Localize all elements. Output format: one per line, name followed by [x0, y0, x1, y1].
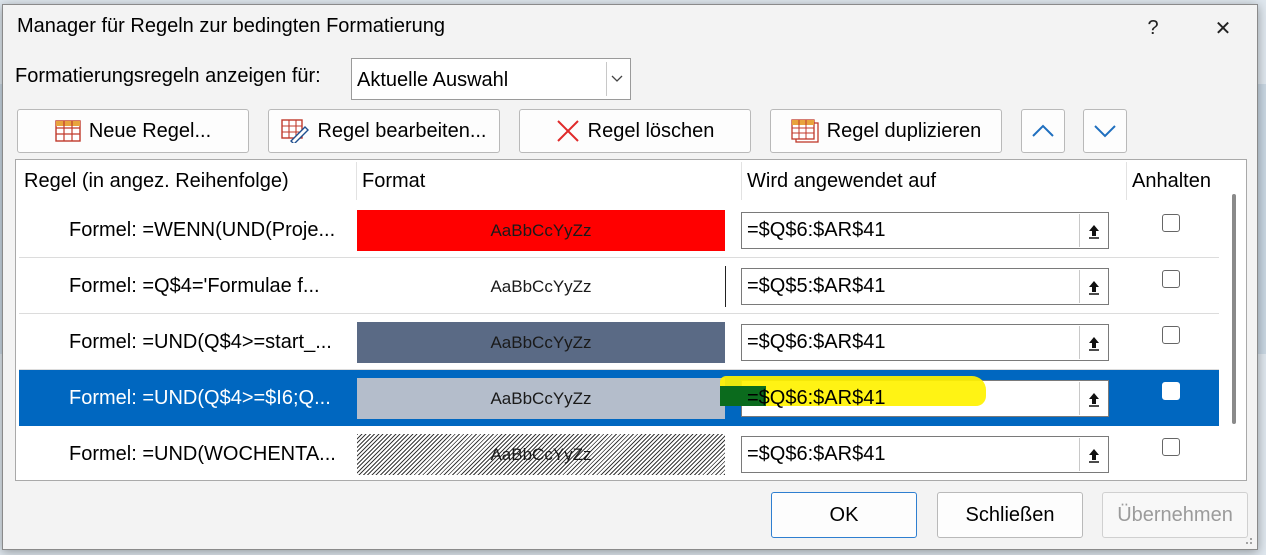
applies-to-value: =$Q$6:$AR$41: [747, 387, 886, 409]
help-button[interactable]: ?: [1131, 9, 1175, 47]
range-selector-icon[interactable]: [1079, 326, 1107, 359]
applies-to-value: =$Q$6:$AR$41: [747, 331, 886, 353]
help-icon: ?: [1147, 16, 1159, 39]
ok-button[interactable]: OK: [771, 492, 917, 538]
close-icon: ✕: [1214, 17, 1232, 40]
rule-row[interactable]: Formel: =WENN(UND(Proje... AaBbCcYyZz =$…: [19, 202, 1219, 258]
move-up-button[interactable]: [1021, 109, 1065, 153]
column-divider: [356, 162, 357, 200]
stop-if-true-checkbox[interactable]: [1162, 438, 1180, 456]
rules-list[interactable]: Regel (in angez. Reihenfolge) Format Wir…: [15, 159, 1247, 481]
rule-formula: Formel: =Q$4='Formulae f...: [69, 275, 320, 297]
stop-if-true-checkbox[interactable]: [1162, 382, 1180, 400]
new-rule-button[interactable]: Neue Regel...: [17, 109, 249, 153]
column-header-format[interactable]: Format: [362, 160, 425, 202]
chevron-down-icon: [1093, 124, 1117, 138]
rule-formula: Formel: =UND(Q$4>=start_...: [69, 331, 332, 353]
chevron-down-icon[interactable]: [606, 62, 627, 96]
edit-rule-button[interactable]: Regel bearbeiten...: [268, 109, 500, 153]
chevron-up-icon: [1031, 124, 1055, 138]
column-divider: [741, 162, 742, 200]
duplicate-rule-icon: [791, 119, 819, 143]
delete-rule-button[interactable]: Regel löschen: [519, 109, 751, 153]
background-sheet-right: [1258, 84, 1266, 354]
stop-if-true-checkbox[interactable]: [1162, 214, 1180, 232]
edit-rule-icon: [281, 119, 310, 143]
move-down-button[interactable]: [1083, 109, 1127, 153]
range-selector-icon[interactable]: [1079, 382, 1107, 415]
range-selector-icon[interactable]: [1079, 270, 1107, 303]
range-selector-icon[interactable]: [1079, 214, 1107, 247]
rule-formula: Formel: =WENN(UND(Proje...: [69, 219, 336, 241]
column-header-rule[interactable]: Regel (in angez. Reihenfolge): [24, 160, 289, 202]
conditional-formatting-dialog: Manager für Regeln zur bedingten Formati…: [2, 4, 1258, 550]
duplicate-rule-label: Regel duplizieren: [826, 119, 982, 142]
format-preview: AaBbCcYyZz: [357, 266, 726, 307]
column-header-applies-to[interactable]: Wird angewendet auf: [747, 160, 936, 202]
applies-to-field[interactable]: =$Q$6:$AR$41: [741, 436, 1109, 473]
format-preview: AaBbCcYyZz: [357, 434, 725, 475]
rule-row[interactable]: Formel: =UND(WOCHENTA... AaBbCcYyZz =$Q$…: [19, 426, 1219, 480]
column-header-stop[interactable]: Anhalten: [1132, 160, 1211, 202]
apply-button: Übernehmen: [1102, 492, 1248, 538]
format-preview: AaBbCcYyZz: [357, 210, 725, 251]
delete-rule-label: Regel löschen: [587, 119, 715, 142]
applies-to-field[interactable]: =$Q$6:$AR$41: [741, 324, 1109, 361]
applies-to-field[interactable]: =$Q$5:$AR$41: [741, 268, 1109, 305]
applies-to-value: =$Q$6:$AR$41: [747, 219, 886, 241]
new-rule-label: Neue Regel...: [88, 119, 212, 142]
duplicate-rule-button[interactable]: Regel duplizieren: [770, 109, 1002, 153]
vertical-scrollbar[interactable]: [1232, 194, 1236, 424]
close-dialog-button[interactable]: Schließen: [937, 492, 1083, 538]
applies-to-value: =$Q$6:$AR$41: [747, 443, 886, 465]
column-divider: [1126, 162, 1127, 200]
format-preview: AaBbCcYyZz: [357, 378, 725, 419]
new-rule-icon: [55, 120, 81, 142]
show-rules-value: Aktuelle Auswahl: [357, 69, 509, 91]
close-button[interactable]: ✕: [1201, 9, 1245, 47]
delete-icon: [556, 119, 580, 143]
rule-row[interactable]: Formel: =UND(Q$4>=start_... AaBbCcYyZz =…: [19, 314, 1219, 370]
stop-if-true-checkbox[interactable]: [1162, 270, 1180, 288]
show-rules-dropdown[interactable]: Aktuelle Auswahl: [351, 58, 631, 100]
applies-to-field[interactable]: =$Q$6:$AR$41: [741, 212, 1109, 249]
dialog-title: Manager für Regeln zur bedingten Formati…: [17, 15, 446, 37]
rule-formula: Formel: =UND(WOCHENTA...: [69, 443, 336, 465]
edit-rule-label: Regel bearbeiten...: [317, 119, 487, 142]
format-preview: AaBbCcYyZz: [357, 322, 725, 363]
rule-row[interactable]: Formel: =Q$4='Formulae f... AaBbCcYyZz =…: [19, 258, 1219, 314]
stop-if-true-checkbox[interactable]: [1162, 326, 1180, 344]
resize-grip-icon[interactable]: [1243, 535, 1253, 545]
rule-row-selected[interactable]: Formel: =UND(Q$4>=$I6;Q... AaBbCcYyZz =$…: [19, 370, 1219, 426]
range-selector-icon[interactable]: [1079, 438, 1107, 471]
applies-to-value: =$Q$5:$AR$41: [747, 275, 886, 297]
show-rules-label: Formatierungsregeln anzeigen für:: [15, 65, 321, 87]
rule-formula: Formel: =UND(Q$4>=$I6;Q...: [69, 387, 331, 409]
